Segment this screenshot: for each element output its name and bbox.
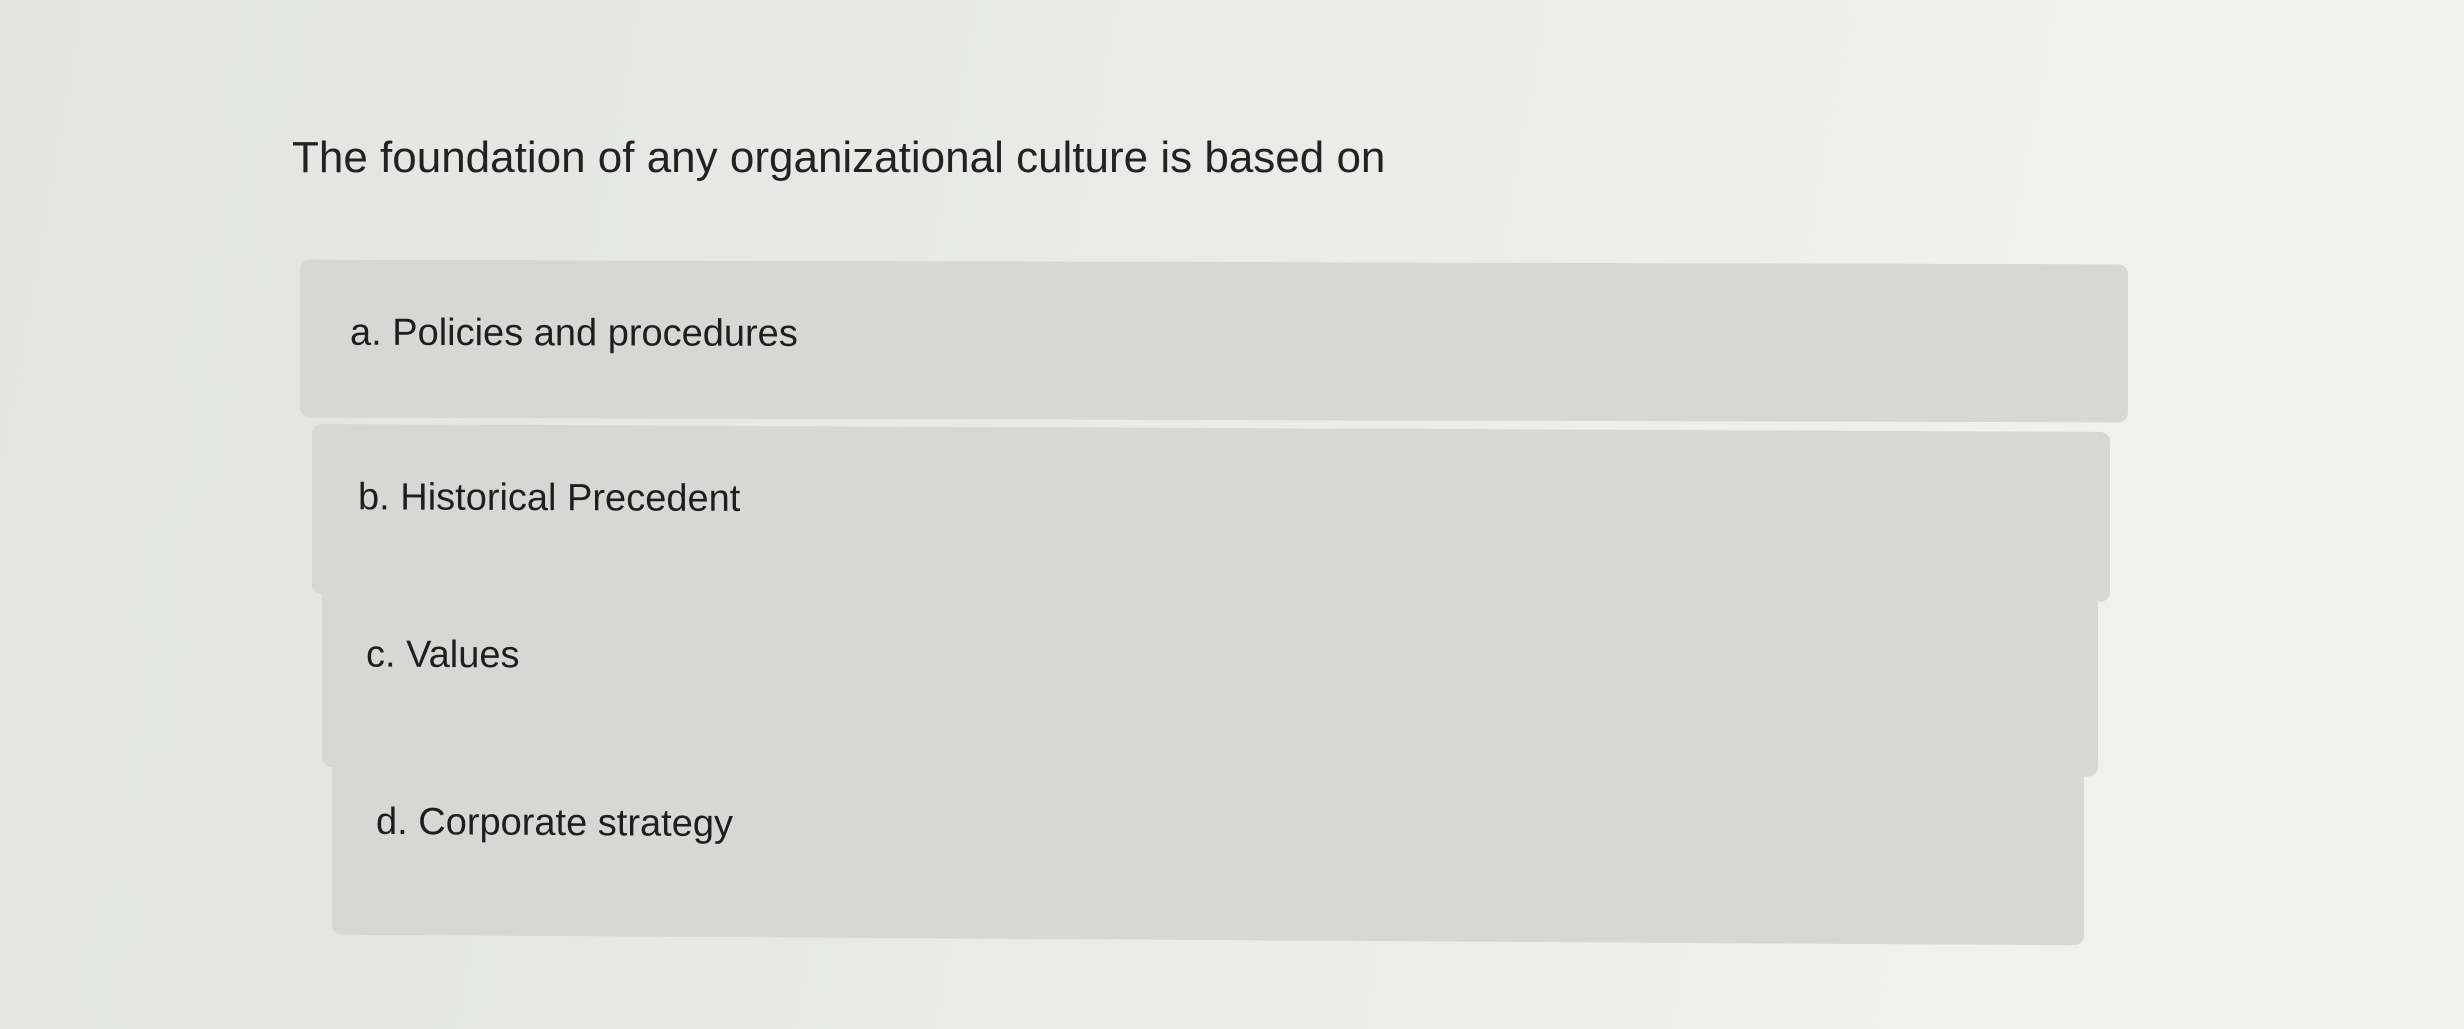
answer-option-d-label: d. Corporate strategy xyxy=(376,800,733,846)
answer-choices: a. Policies and procedures b. Historical… xyxy=(0,0,2464,1029)
answer-option-d[interactable]: d. Corporate strategy xyxy=(332,750,2084,946)
answer-option-a-label: a. Policies and procedures xyxy=(350,311,798,355)
answer-option-a[interactable]: a. Policies and procedures xyxy=(300,259,2128,423)
answer-option-c[interactable]: c. Values xyxy=(322,585,2098,777)
answer-option-b-label: b. Historical Precedent xyxy=(358,476,741,520)
answer-option-b[interactable]: b. Historical Precedent xyxy=(312,424,2110,602)
answer-option-c-label: c. Values xyxy=(366,633,520,677)
